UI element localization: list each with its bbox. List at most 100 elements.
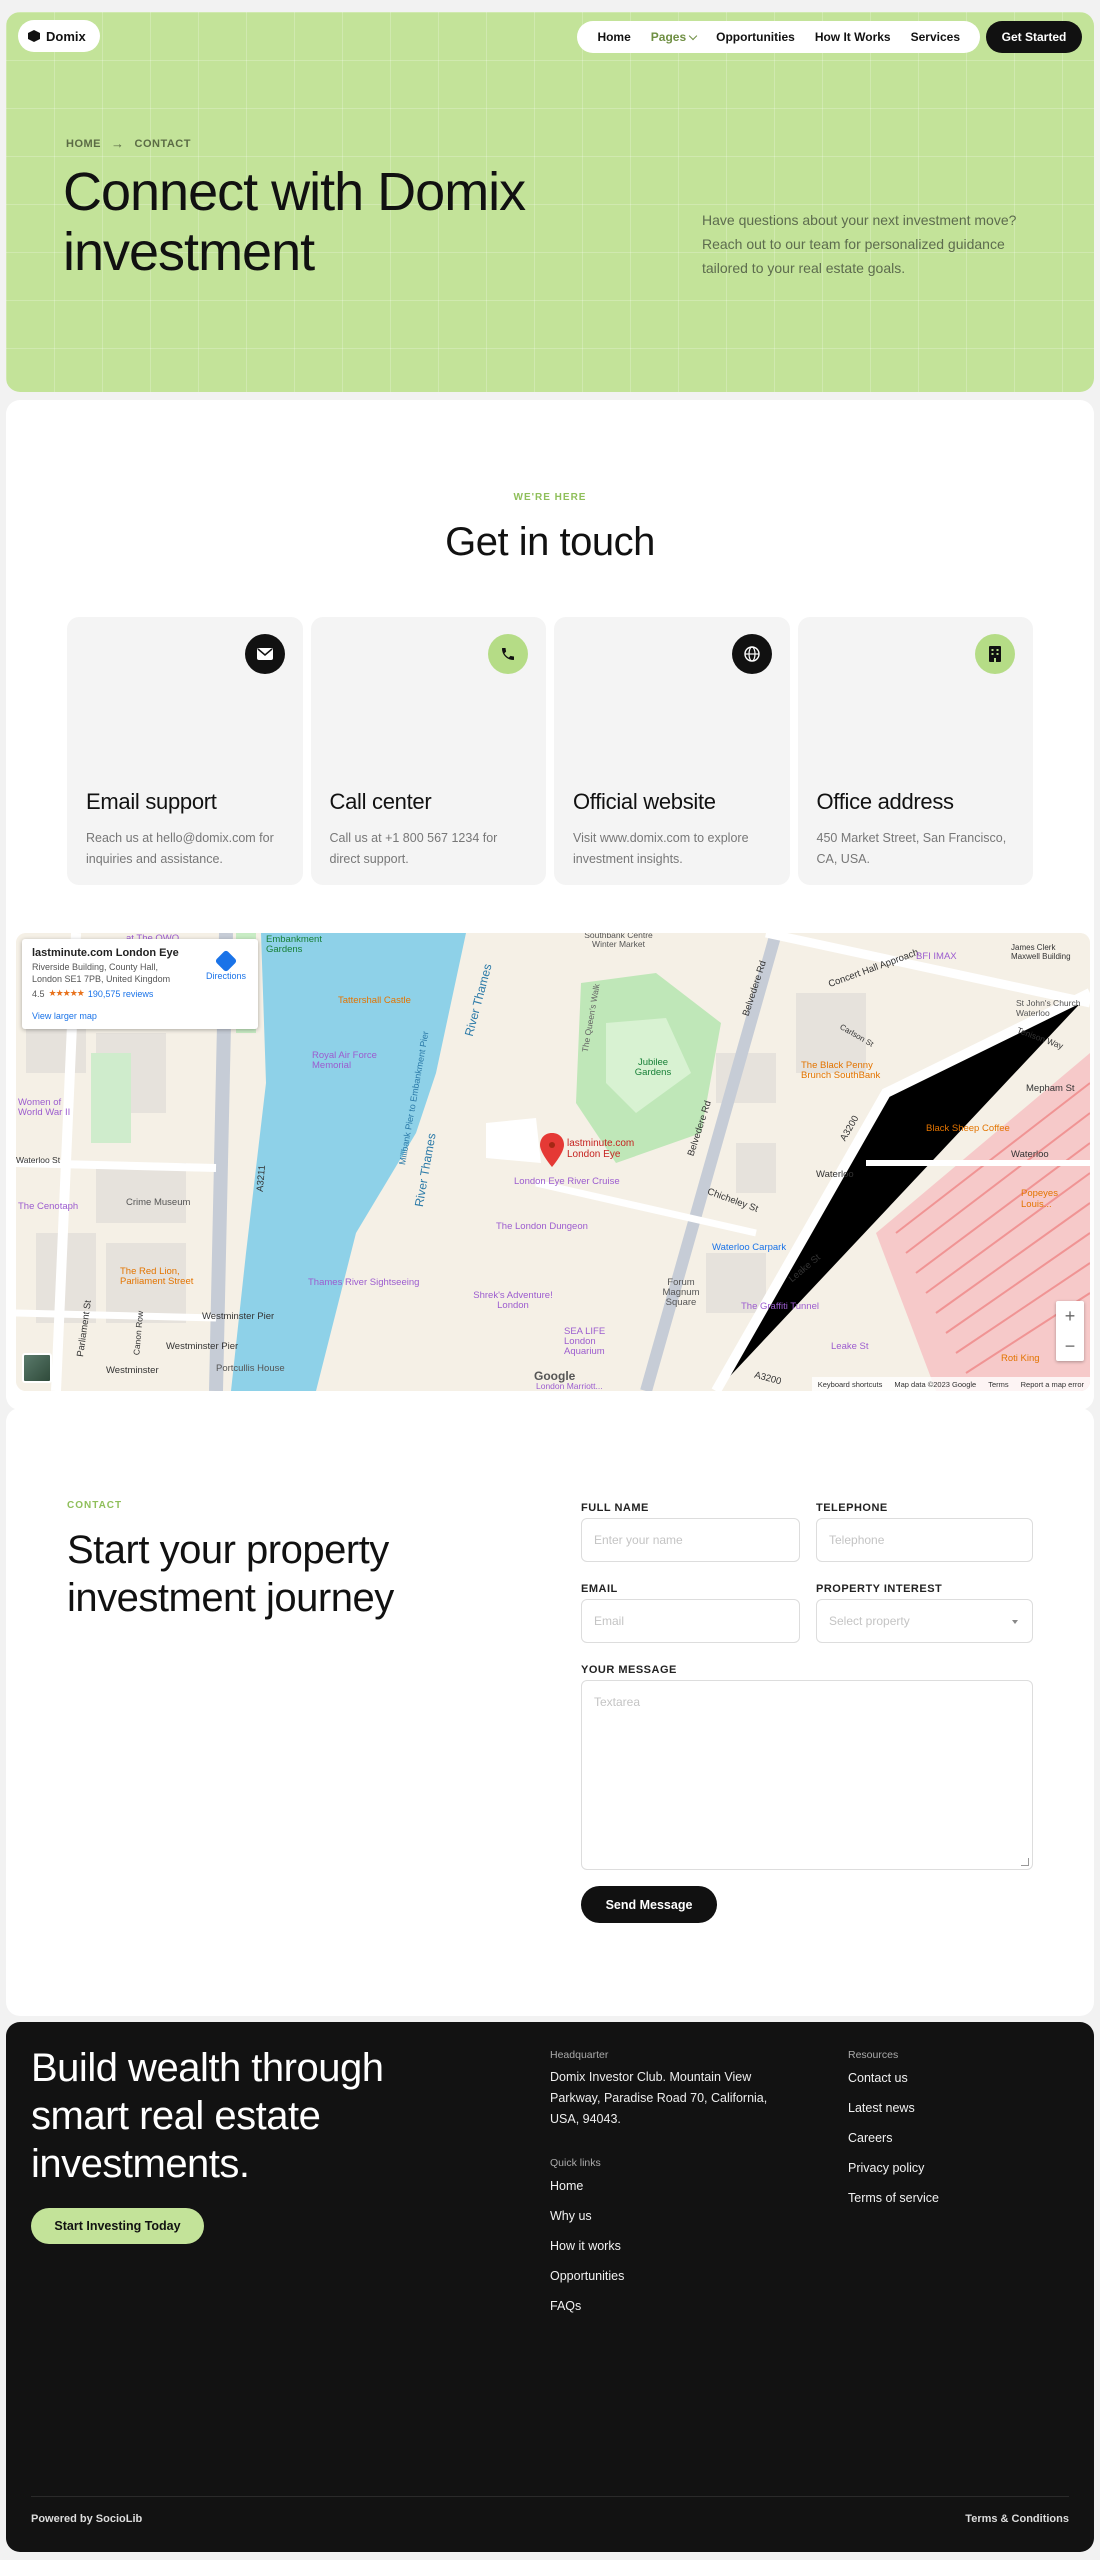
main-nav: Home Pages Opportunities How It Works Se… bbox=[577, 21, 980, 53]
map-label-popeyes[interactable]: Popeyes Louis... bbox=[1021, 1188, 1090, 1210]
hero-section: Domix Home Pages Opportunities How It Wo… bbox=[6, 12, 1094, 392]
map-label-jubilee[interactable]: Jubilee Gardens bbox=[628, 1058, 678, 1078]
map-label-crime[interactable]: Crime Museum bbox=[126, 1197, 190, 1208]
zoom-controls: + − bbox=[1056, 1301, 1084, 1361]
directions-button[interactable]: Directions bbox=[206, 949, 246, 981]
map-label-dungeon[interactable]: The London Dungeon bbox=[496, 1221, 588, 1232]
map-label-shrek[interactable]: Shrek's Adventure! London bbox=[468, 1291, 558, 1311]
building-icon bbox=[975, 634, 1015, 674]
map-label-forum[interactable]: Forum Magnum Square bbox=[656, 1278, 706, 1308]
map-label-sightseeing[interactable]: Thames River Sightseeing bbox=[308, 1277, 419, 1288]
contact-form-section: CONTACT Start your property investment j… bbox=[6, 1408, 1094, 2016]
footer-link-faqs[interactable]: FAQs bbox=[550, 2299, 624, 2329]
place-address: Riverside Building, County Hall, London … bbox=[32, 962, 171, 984]
footer-link-opportunities[interactable]: Opportunities bbox=[550, 2269, 624, 2299]
full-name-label: FULL NAME bbox=[581, 1502, 649, 1514]
footer-link-latest-news[interactable]: Latest news bbox=[848, 2101, 939, 2131]
hq-heading: Headquarter bbox=[550, 2049, 609, 2061]
footer-link-home[interactable]: Home bbox=[550, 2179, 624, 2209]
view-larger-map-link[interactable]: View larger map bbox=[32, 1011, 97, 1021]
map-label-cruise[interactable]: London Eye River Cruise bbox=[514, 1176, 620, 1187]
hero-description: Have questions about your next investmen… bbox=[702, 212, 1017, 276]
zoom-in-button[interactable]: + bbox=[1065, 1306, 1076, 1327]
envelope-icon bbox=[244, 634, 285, 674]
map-label-embankment[interactable]: Embankment Gardens bbox=[266, 935, 326, 955]
nav-item-how-it-works[interactable]: How It Works bbox=[805, 30, 901, 44]
nav-item-services[interactable]: Services bbox=[901, 30, 970, 44]
chevron-down-icon bbox=[688, 31, 698, 40]
nav-item-pages-label: Pages bbox=[650, 30, 687, 44]
map-label-red-lion[interactable]: The Red Lion, Parliament Street bbox=[120, 1267, 210, 1287]
map-label-black-penny[interactable]: The Black Penny Brunch SouthBank bbox=[801, 1061, 896, 1081]
embedded-map[interactable]: lastminute.com London Eye Tattershall Ca… bbox=[16, 933, 1090, 1391]
map-label-stjohns[interactable]: St John's Church Waterloo bbox=[1016, 998, 1086, 1018]
map-label-pin[interactable]: lastminute.com London Eye bbox=[567, 1138, 657, 1160]
map-label-james-clerk[interactable]: James Clerk Maxwell Building bbox=[1011, 943, 1081, 961]
card-title: Email support bbox=[86, 789, 217, 814]
map-label-westminster-pier[interactable]: Westminster Pier bbox=[202, 1311, 274, 1322]
map-label-raf[interactable]: Royal Air Force Memorial bbox=[312, 1051, 392, 1071]
map-label-graffiti[interactable]: The Graffiti Tunnel bbox=[741, 1301, 819, 1312]
map-label-waterloo-2[interactable]: Waterloo bbox=[1011, 1149, 1049, 1160]
map-label-waterloo[interactable]: Waterloo bbox=[816, 1169, 854, 1180]
map-label-a3200-2: A3200 bbox=[753, 1369, 783, 1388]
footer-link-terms-of-service[interactable]: Terms of service bbox=[848, 2191, 939, 2221]
map-label-westminster[interactable]: Westminster bbox=[106, 1365, 159, 1376]
brand-name: Domix bbox=[46, 28, 86, 44]
nav-item-home[interactable]: Home bbox=[587, 30, 640, 44]
full-name-input[interactable]: Enter your name bbox=[581, 1518, 800, 1562]
property-interest-select[interactable]: Select property bbox=[816, 1599, 1033, 1643]
map-label-portcullis[interactable]: Portcullis House bbox=[216, 1363, 285, 1374]
rating-value: 4.5 bbox=[32, 988, 45, 999]
map-label-southbank[interactable]: Southbank Centre Winter Market bbox=[571, 933, 666, 949]
map-label-tattershall[interactable]: Tattershall Castle bbox=[338, 995, 411, 1006]
card-title: Official website bbox=[573, 789, 716, 814]
footer-link-how-it-works[interactable]: How it works bbox=[550, 2239, 624, 2269]
map-label-westminster-pier-2[interactable]: Westminster Pier bbox=[166, 1341, 238, 1352]
property-interest-label: PROPERTY INTEREST bbox=[816, 1583, 943, 1595]
terms-link[interactable]: Terms bbox=[988, 1380, 1008, 1389]
card-text: Reach us at hello@domix.com for inquirie… bbox=[86, 831, 274, 866]
telephone-input[interactable]: Telephone bbox=[816, 1518, 1033, 1562]
map-label-sealife[interactable]: SEA LIFE London Aquarium bbox=[564, 1327, 634, 1357]
get-started-button[interactable]: Get Started bbox=[986, 21, 1082, 53]
property-interest-value: Select property bbox=[829, 1614, 910, 1628]
footer-link-contact-us[interactable]: Contact us bbox=[848, 2071, 939, 2101]
zoom-out-button[interactable]: − bbox=[1065, 1336, 1076, 1357]
footer-link-careers[interactable]: Careers bbox=[848, 2131, 939, 2161]
card-official-website: Official website Visit www.domix.com to … bbox=[554, 617, 790, 885]
breadcrumb-home[interactable]: HOME bbox=[66, 138, 101, 150]
google-logo: Google bbox=[534, 1369, 576, 1383]
resize-handle-icon[interactable] bbox=[1021, 1858, 1029, 1866]
breadcrumb: HOME → CONTACT bbox=[66, 136, 191, 151]
nav-item-pages[interactable]: Pages bbox=[641, 30, 706, 44]
star-rating-icon: ★★★★★ bbox=[48, 988, 85, 998]
map-label-women[interactable]: Women of World War II bbox=[18, 1098, 88, 1118]
quick-links-heading: Quick links bbox=[550, 2157, 601, 2169]
report-error-link[interactable]: Report a map error bbox=[1021, 1380, 1084, 1389]
map-label-roti[interactable]: Roti King bbox=[1001, 1353, 1040, 1364]
card-title: Office address bbox=[816, 789, 955, 814]
map-label-bfi[interactable]: BFI IMAX bbox=[916, 951, 957, 962]
powered-by-link[interactable]: Powered by SocioLib bbox=[31, 2513, 142, 2525]
nav-item-opportunities[interactable]: Opportunities bbox=[706, 30, 805, 44]
terms-conditions-link[interactable]: Terms & Conditions bbox=[965, 2513, 1069, 2525]
map-label-carpark[interactable]: Waterloo Carpark bbox=[712, 1242, 786, 1253]
map-label-cenotaph[interactable]: The Cenotaph bbox=[18, 1201, 78, 1212]
map-label-belvedere-2: Belvedere Rd bbox=[685, 1099, 714, 1158]
keyboard-shortcuts-link[interactable]: Keyboard shortcuts bbox=[818, 1380, 883, 1389]
hq-address: Domix Investor Club. Mountain View Parkw… bbox=[550, 2070, 768, 2126]
footer-link-privacy-policy[interactable]: Privacy policy bbox=[848, 2161, 939, 2191]
logo[interactable]: Domix bbox=[18, 20, 100, 52]
footer-divider bbox=[31, 2496, 1069, 2497]
map-label-black-sheep[interactable]: Black Sheep Coffee bbox=[926, 1123, 1010, 1134]
send-message-button[interactable]: Send Message bbox=[581, 1886, 717, 1923]
reviews-link[interactable]: 190,575 reviews bbox=[88, 989, 154, 999]
message-textarea[interactable]: Textarea bbox=[581, 1680, 1033, 1870]
footer-link-why-us[interactable]: Why us bbox=[550, 2209, 624, 2239]
email-input[interactable]: Email bbox=[581, 1599, 800, 1643]
footer-title: Build wealth through smart real estate i… bbox=[31, 2046, 384, 2186]
satellite-toggle-button[interactable] bbox=[22, 1353, 52, 1383]
start-investing-button[interactable]: Start Investing Today bbox=[31, 2208, 204, 2244]
chevron-down-icon bbox=[1012, 1620, 1018, 1624]
